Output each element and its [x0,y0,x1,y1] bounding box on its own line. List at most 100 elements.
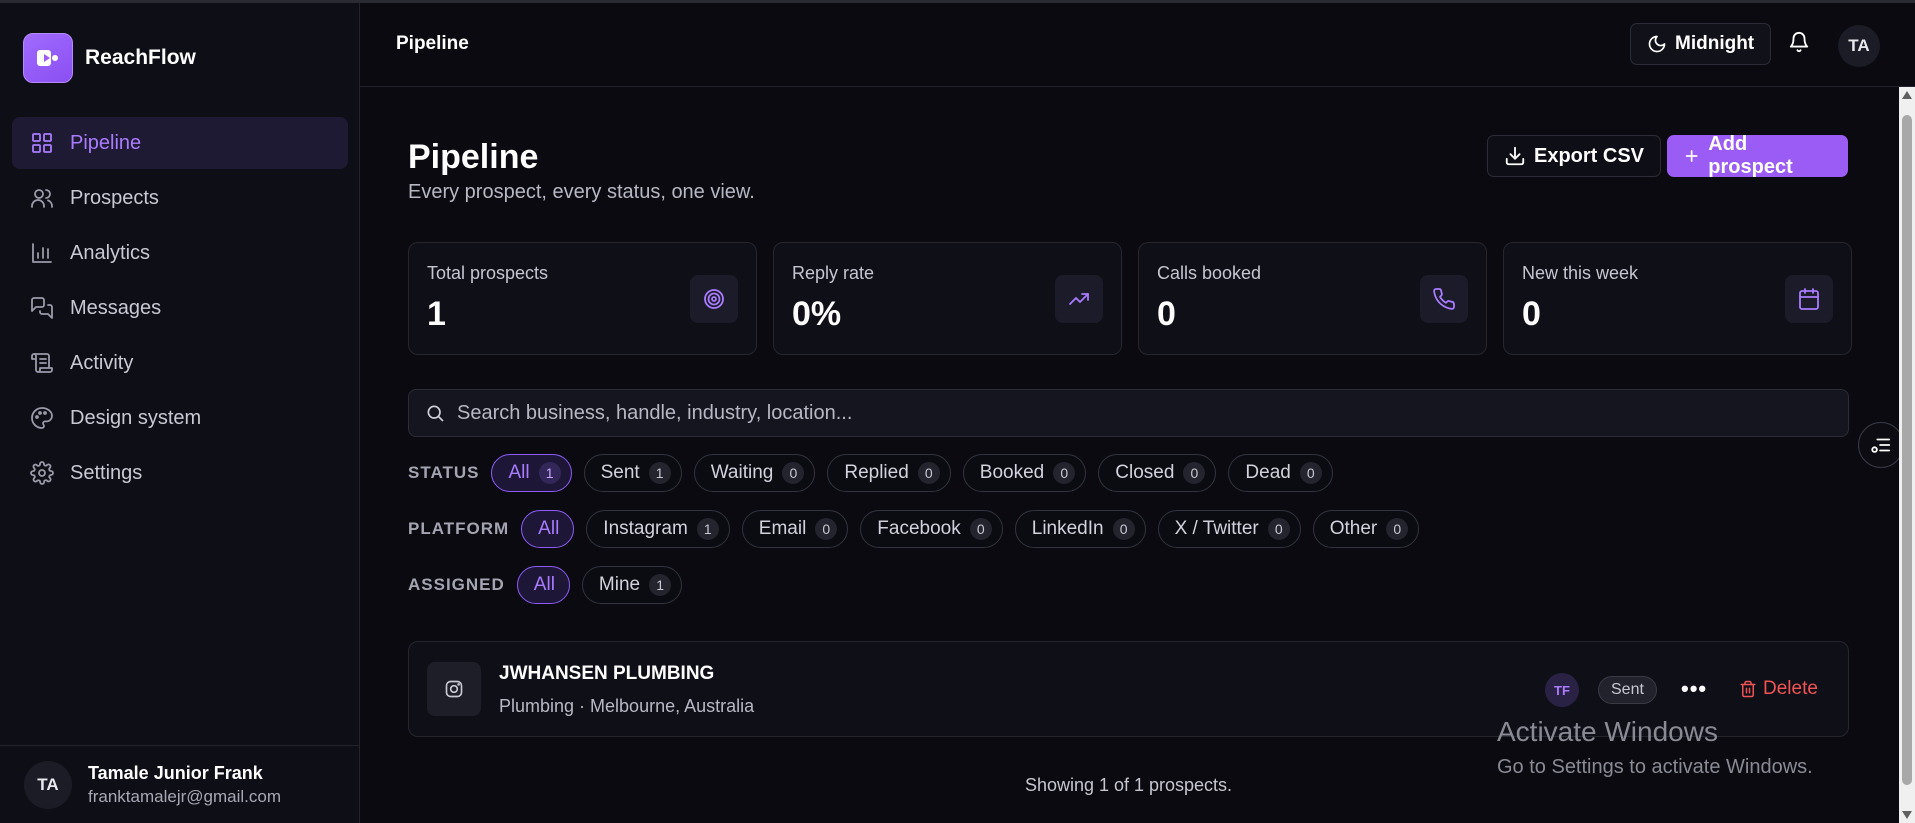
stat-card-total-prospects: Total prospects 1 [408,242,757,355]
chip-label: Instagram [603,518,688,539]
platform-chip-linkedin[interactable]: LinkedIn 0 [1014,510,1146,548]
search-icon [427,405,444,422]
stat-label: New this week [1522,263,1639,283]
platform-chip-instagram[interactable]: Instagram 1 [586,510,730,548]
chip-count: 0 [1112,518,1135,540]
delete-button[interactable]: Delete [1739,678,1818,700]
chip-label: Booked [979,462,1045,483]
trash-icon [1740,680,1756,698]
page-title: Pipeline [408,138,539,176]
activate-windows-title: Activate Windows [1497,716,1718,747]
calendar-icon [1785,275,1833,323]
grid-icon [32,133,52,153]
chip-count: 0 [969,518,992,540]
chip-label: LinkedIn [1031,518,1104,539]
scroll-thumb[interactable] [1902,115,1912,785]
chip-count: 0 [1053,462,1076,484]
add-prospect-button[interactable]: Add prospect [1667,133,1848,178]
status-chip-replied[interactable]: Replied 0 [827,454,951,492]
status-badge[interactable]: Sent [1598,676,1657,704]
target-icon [690,275,738,323]
status-filter-row: STATUS All 1 Sent 1 Waiting 0 Replied 0 Book… [408,454,1333,492]
scroll-icon [31,353,53,373]
chip-count: 0 [782,462,805,484]
platform-chip-other[interactable]: Other 0 [1312,510,1420,548]
user-name: Tamale Junior Frank [88,762,263,783]
trending-up-icon [1055,275,1103,323]
stat-label: Reply rate [792,263,875,283]
bar-chart-icon [32,243,52,263]
chip-label: X / Twitter [1174,518,1259,539]
sidebar-item-design-system[interactable]: Design system [12,392,348,444]
status-chip-dead[interactable]: Dead 0 [1228,454,1333,492]
assigned-chip-all[interactable]: All [516,566,570,604]
theme-toggle-button[interactable]: Midnight [1630,23,1772,65]
plus-icon [1685,150,1698,162]
chip-label: All [538,518,560,539]
status-chip-waiting[interactable]: Waiting 0 [693,454,816,492]
stat-value: 0 [1522,295,1541,333]
activate-windows-subtitle: Go to Settings to activate Windows. [1497,756,1813,778]
notifications-button[interactable] [1788,31,1810,58]
platform-chip-all[interactable]: All [521,510,575,548]
chip-count: 1 [649,574,672,596]
user-profile[interactable]: TA Tamale Junior Frank franktamalejr@gma… [0,745,359,823]
sidebar-item-pipeline[interactable]: Pipeline [12,117,348,169]
brand[interactable]: ReachFlow [23,33,196,83]
status-chip-booked[interactable]: Booked 0 [962,454,1087,492]
platform-chip-email[interactable]: Email 0 [741,510,849,548]
filter-label-assigned: ASSIGNED [408,575,505,594]
sidebar-item-settings[interactable]: Settings [12,447,348,499]
sidebar-item-label: Prospects [70,186,159,209]
prospect-meta: Plumbing · Melbourne, Australia [499,696,755,716]
messages-icon [31,297,53,319]
prospect-name[interactable]: JWHANSEN PLUMBING [499,663,714,685]
scroll-up-arrow-icon[interactable] [1902,91,1912,99]
export-csv-button[interactable]: Export CSV [1487,135,1662,177]
reachflow-logo-icon [23,33,73,83]
platform-chip-facebook[interactable]: Facebook 0 [860,510,1003,548]
moon-icon [1648,35,1666,53]
search-input[interactable] [457,401,1837,425]
chip-label: All [508,462,530,483]
sidebar-item-messages[interactable]: Messages [12,282,348,334]
chip-label: Waiting [710,462,774,483]
checklist-icon [1871,438,1891,453]
status-chip-closed[interactable]: Closed 0 [1098,454,1217,492]
phone-icon [1420,275,1468,323]
chip-count: 1 [538,462,561,484]
stats-row: Total prospects 1 Reply rate 0% Calls bo… [408,242,1852,355]
search-bar[interactable] [408,389,1849,437]
sidebar: ReachFlow Pipeline Prospects Analytics M… [0,3,360,823]
header-avatar[interactable]: TA [1838,25,1880,67]
vertical-scrollbar[interactable] [1899,87,1915,823]
more-options-icon[interactable]: ••• [1681,676,1707,702]
filter-label-platform: PLATFORM [408,519,510,538]
floating-checklist-button[interactable] [1858,422,1904,468]
chip-count: 0 [1267,518,1290,540]
stat-label: Total prospects [427,263,549,283]
sidebar-item-label: Pipeline [70,131,142,154]
status-chip-all[interactable]: All 1 [491,454,572,492]
filter-label-status: STATUS [408,463,480,482]
scroll-down-arrow-icon[interactable] [1902,811,1912,819]
sidebar-item-analytics[interactable]: Analytics [12,227,348,279]
stat-card-reply-rate: Reply rate 0% [773,242,1122,355]
stat-value: 1 [427,295,446,333]
app-name: ReachFlow [85,46,196,69]
chip-count: 0 [1299,462,1322,484]
theme-label: Midnight [1675,33,1755,54]
sidebar-item-label: Design system [70,406,202,429]
sidebar-nav: Pipeline Prospects Analytics Messages Ac… [12,117,348,502]
instagram-icon [427,662,481,716]
assigned-chip-mine[interactable]: Mine 1 [581,566,683,604]
sidebar-item-activity[interactable]: Activity [12,337,348,389]
platform-chip-x-twitter[interactable]: X / Twitter 0 [1157,510,1301,548]
chip-label: All [533,574,555,595]
sidebar-item-label: Messages [70,296,162,319]
status-chip-sent[interactable]: Sent 1 [583,454,682,492]
user-email: franktamalejr@gmail.com [88,786,281,806]
sidebar-item-prospects[interactable]: Prospects [12,172,348,224]
chip-label: Mine [598,574,641,595]
users-icon [31,189,53,208]
